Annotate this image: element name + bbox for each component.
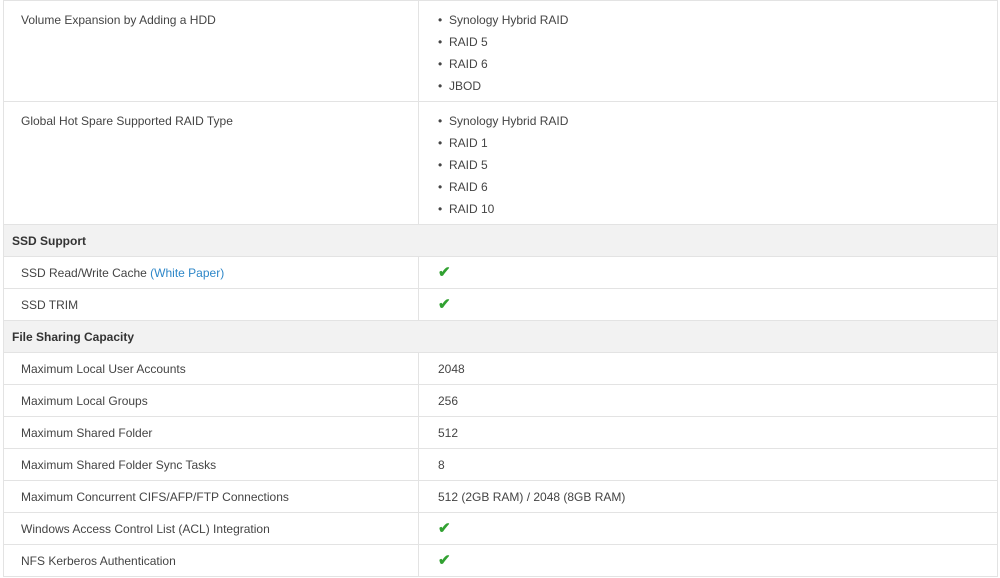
bullet-icon: • — [438, 79, 443, 93]
spec-label: Volume Expansion by Adding a HDD — [3, 0, 419, 102]
spec-value: 256 — [418, 384, 998, 417]
list-item: • Synology Hybrid RAID — [438, 110, 997, 132]
spec-label: Windows Access Control List (ACL) Integr… — [3, 512, 419, 545]
section-ssd-support: SSD Support — [3, 224, 998, 257]
list-item: • RAID 1 — [438, 132, 997, 154]
section-file-sharing-capacity: File Sharing Capacity — [3, 320, 998, 353]
section-heading: File Sharing Capacity — [3, 320, 998, 353]
bullet-icon: • — [438, 158, 443, 172]
spec-row-acl: Windows Access Control List (ACL) Integr… — [3, 512, 998, 545]
bullet-icon: • — [438, 136, 443, 150]
table-row: Maximum Shared Folder Sync Tasks 8 — [3, 448, 998, 481]
spec-table: Volume Expansion by Adding a HDD • Synolo… — [3, 0, 998, 577]
check-icon: ✔ — [438, 552, 451, 569]
spec-value: ✔ — [418, 512, 998, 545]
spec-row-ssd-cache: SSD Read/Write Cache (White Paper) ✔ — [3, 256, 998, 289]
spec-label: Maximum Shared Folder Sync Tasks — [3, 448, 419, 481]
spec-label: SSD Read/Write Cache (White Paper) — [3, 256, 419, 289]
list-item: • RAID 10 — [438, 198, 997, 220]
spec-value-list: • Synology Hybrid RAID • RAID 1 • RAID 5 • R… — [418, 101, 998, 225]
bullet-icon: • — [438, 13, 443, 27]
bullet-icon: • — [438, 57, 443, 71]
bullet-icon: • — [438, 35, 443, 49]
list-item: • RAID 6 — [438, 53, 997, 75]
spec-value: ✔ — [418, 544, 998, 577]
check-icon: ✔ — [438, 520, 451, 537]
spec-value-list: • Synology Hybrid RAID • RAID 5 • RAID 6 • J… — [418, 0, 998, 102]
table-row: Maximum Shared Folder 512 — [3, 416, 998, 449]
bullet-icon: • — [438, 180, 443, 194]
spec-label: Maximum Local Groups — [3, 384, 419, 417]
spec-label: Maximum Concurrent CIFS/AFP/FTP Connecti… — [3, 480, 419, 513]
list-item: • RAID 5 — [438, 154, 997, 176]
spec-row-volume-expansion: Volume Expansion by Adding a HDD • Synolo… — [3, 0, 998, 102]
bullet-icon: • — [438, 114, 443, 128]
check-icon: ✔ — [438, 264, 451, 281]
spec-label: Maximum Local User Accounts — [3, 352, 419, 385]
list-item: • RAID 6 — [438, 176, 997, 198]
spec-value: ✔ — [418, 256, 998, 289]
spec-label: NFS Kerberos Authentication — [3, 544, 419, 577]
bullet-icon: • — [438, 202, 443, 216]
spec-label: Maximum Shared Folder — [3, 416, 419, 449]
spec-row-ssd-trim: SSD TRIM ✔ — [3, 288, 998, 321]
spec-value: 512 — [418, 416, 998, 449]
section-heading: SSD Support — [3, 224, 998, 257]
spec-label: SSD TRIM — [3, 288, 419, 321]
spec-value: 2048 — [418, 352, 998, 385]
spec-row-global-hot-spare: Global Hot Spare Supported RAID Type • Sy… — [3, 101, 998, 225]
spec-label: Global Hot Spare Supported RAID Type — [3, 101, 419, 225]
table-row: Maximum Local Groups 256 — [3, 384, 998, 417]
list-item: • RAID 5 — [438, 31, 997, 53]
list-item: • JBOD — [438, 75, 997, 97]
table-row: Maximum Concurrent CIFS/AFP/FTP Connecti… — [3, 480, 998, 513]
white-paper-link[interactable]: (White Paper) — [150, 266, 224, 280]
spec-value: ✔ — [418, 288, 998, 321]
list-item: • Synology Hybrid RAID — [438, 9, 997, 31]
spec-row-nfs-kerberos: NFS Kerberos Authentication ✔ — [3, 544, 998, 577]
table-row: Maximum Local User Accounts 2048 — [3, 352, 998, 385]
check-icon: ✔ — [438, 296, 451, 313]
spec-value: 512 (2GB RAM) / 2048 (8GB RAM) — [418, 480, 998, 513]
spec-value: 8 — [418, 448, 998, 481]
